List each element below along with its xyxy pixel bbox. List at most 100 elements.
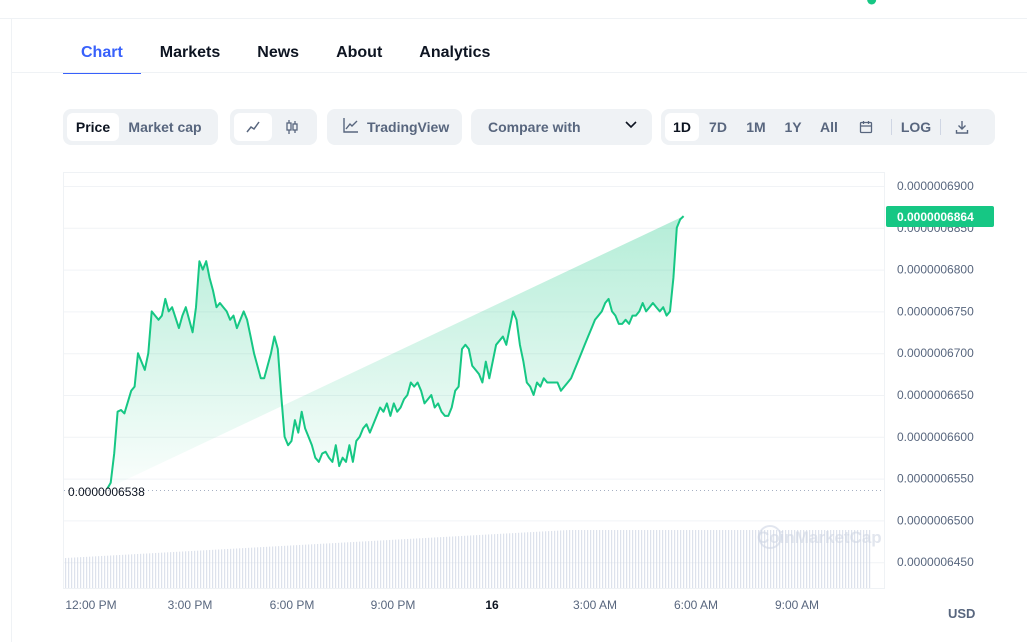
volume-bar — [446, 536, 448, 588]
volume-bar — [218, 549, 220, 588]
volume-bar — [713, 530, 715, 588]
volume-bar — [158, 552, 160, 588]
price-area-fill — [107, 216, 684, 489]
volume-bar — [197, 550, 199, 588]
volume-bar — [503, 533, 505, 588]
volume-bar — [128, 554, 130, 588]
volume-bar — [692, 530, 694, 588]
volume-bar — [440, 537, 442, 588]
volume-bar — [662, 530, 664, 588]
volume-bar — [239, 548, 241, 588]
price-chart[interactable]: CoinMarketCap 0.0000006538 0.00000069000… — [0, 0, 1027, 642]
volume-bar — [569, 530, 571, 588]
volume-bar — [317, 543, 319, 588]
volume-bar — [293, 545, 295, 588]
volume-bar — [284, 545, 286, 588]
volume-bar — [449, 536, 451, 588]
volume-bar — [224, 549, 226, 588]
volume-bar — [215, 549, 217, 588]
watermark: CoinMarketCap — [757, 528, 882, 547]
volume-bar — [335, 542, 337, 588]
volume-bar — [707, 530, 709, 588]
volume-bar — [674, 530, 676, 588]
volume-bar — [152, 553, 154, 588]
volume-bar — [665, 530, 667, 588]
volume-bar — [203, 550, 205, 588]
volume-bar — [491, 534, 493, 588]
volume-bar — [419, 538, 421, 588]
volume-bar — [395, 539, 397, 588]
volume-bar — [392, 539, 394, 588]
volume-bar — [488, 534, 490, 588]
volume-bar — [200, 550, 202, 588]
volume-bar — [659, 530, 661, 588]
volume-bar — [605, 530, 607, 588]
x-tick-label: 6:00 AM — [674, 598, 718, 612]
volume-bar — [638, 530, 640, 588]
volume-bar — [590, 530, 592, 588]
volume-bar — [611, 530, 613, 588]
volume-bar — [509, 533, 511, 588]
volume-bar — [122, 554, 124, 588]
volume-bar — [482, 534, 484, 588]
volume-bar — [350, 542, 352, 588]
volume-bar — [251, 547, 253, 588]
volume-bar — [320, 543, 322, 588]
volume-bar — [257, 547, 259, 588]
volume-bar — [368, 541, 370, 588]
volume-bar — [311, 544, 313, 588]
volume-bar — [584, 530, 586, 588]
volume-bar — [143, 553, 145, 588]
volume-bar — [248, 547, 250, 588]
volume-bar — [728, 530, 730, 588]
volume-bar — [437, 537, 439, 588]
volume-bar — [344, 542, 346, 588]
volume-bar — [347, 542, 349, 588]
volume-bar — [161, 552, 163, 588]
volume-bar — [422, 538, 424, 588]
volume-bar — [551, 530, 553, 588]
volume-bar — [68, 557, 70, 588]
volume-bar — [131, 554, 133, 588]
volume-bar — [182, 551, 184, 588]
x-tick-label: 3:00 AM — [573, 598, 617, 612]
volume-bar — [287, 545, 289, 588]
volume-bar — [467, 535, 469, 588]
y-tick-label: 0.0000006550 — [897, 472, 974, 486]
volume-bar — [587, 530, 589, 588]
volume-bar — [485, 534, 487, 588]
volume-bar — [452, 536, 454, 588]
volume-bar — [620, 530, 622, 588]
volume-bar — [95, 556, 97, 588]
volume-bar — [314, 544, 316, 588]
volume-bar — [425, 537, 427, 588]
volume-bar — [575, 530, 577, 588]
volume-bar — [305, 544, 307, 588]
volume-bar — [281, 545, 283, 588]
volume-bar — [233, 548, 235, 588]
volume-bar — [119, 554, 121, 588]
volume-bar — [398, 539, 400, 588]
volume-bar — [266, 546, 268, 588]
volume-bar — [155, 552, 157, 588]
volume-bar — [698, 530, 700, 588]
volume-bar — [527, 532, 529, 588]
volume-bar — [428, 537, 430, 588]
volume-bar — [626, 530, 628, 588]
volume-bar — [737, 530, 739, 588]
volume-bar — [206, 550, 208, 588]
volume-bar — [731, 530, 733, 588]
volume-bar — [410, 538, 412, 588]
volume-bar — [434, 537, 436, 588]
volume-bar — [644, 530, 646, 588]
volume-bar — [359, 541, 361, 588]
volume-bar — [581, 530, 583, 588]
volume-bar — [563, 530, 565, 588]
volume-bar — [521, 532, 523, 588]
volume-bar — [578, 530, 580, 588]
volume-bar — [209, 549, 211, 588]
volume-bar — [512, 533, 514, 588]
volume-bar — [506, 533, 508, 588]
volume-bar — [539, 531, 541, 588]
volume-bar — [530, 532, 532, 588]
